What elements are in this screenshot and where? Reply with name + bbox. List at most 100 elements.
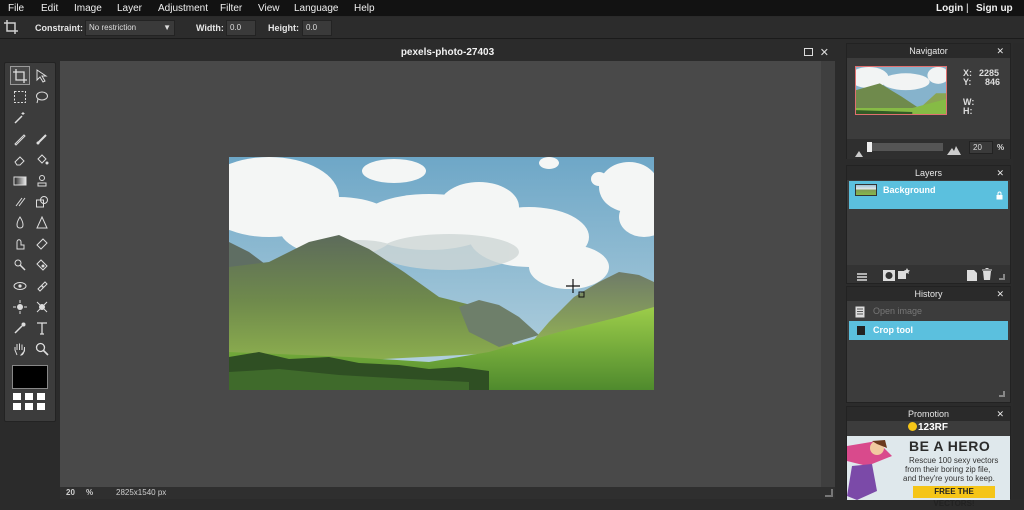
navigator-zoom-input[interactable]: 20 <box>969 141 993 154</box>
navigator-thumbnail[interactable] <box>855 66 947 115</box>
sponge-tool-icon[interactable] <box>32 234 52 253</box>
menu-edit[interactable]: Edit <box>41 3 58 14</box>
crop-tool-icon[interactable] <box>10 66 30 85</box>
promo-ad[interactable]: BE A HERO Rescue 100 sexy vectors from t… <box>847 436 1010 508</box>
history-item[interactable]: Open image <box>849 303 1008 320</box>
maximize-icon[interactable] <box>803 48 813 56</box>
resize-grip-icon[interactable] <box>999 274 1005 280</box>
constraint-label: Constraint: <box>35 23 83 33</box>
zoom-out-icon[interactable] <box>855 144 863 162</box>
menu-filter[interactable]: Filter <box>220 3 242 14</box>
resize-grip-icon[interactable] <box>999 391 1005 397</box>
stamp-tool-icon[interactable] <box>32 171 52 190</box>
document-image[interactable] <box>229 157 654 390</box>
shape-tool-icon[interactable] <box>32 192 52 211</box>
height-value: 0.0 <box>306 23 318 32</box>
history-item-active[interactable]: Crop tool <box>849 321 1008 340</box>
tool-options-bar: Constraint: No restriction ▼ Width: 0.0 … <box>0 17 1024 39</box>
promotion-panel: Promotion ✕ 123RF BE A HERO Rescue 100 s… <box>846 406 1011 508</box>
foreground-color-swatch[interactable] <box>12 365 48 389</box>
brush-tool-icon[interactable] <box>32 129 52 148</box>
login-link[interactable]: Login <box>936 3 963 14</box>
signup-link[interactable]: Sign up <box>976 3 1013 14</box>
menu-image[interactable]: Image <box>74 3 102 14</box>
close-icon[interactable]: ✕ <box>996 166 1004 180</box>
panels-scrollbar[interactable] <box>1013 43 1024 499</box>
hand-tool-icon[interactable] <box>10 339 30 358</box>
promo-headline: BE A HERO <box>909 438 991 454</box>
close-icon[interactable]: ✕ <box>996 407 1004 421</box>
document-controls: ✕ <box>803 46 829 59</box>
gradient-tool-icon[interactable] <box>10 171 30 190</box>
nav-y-label: Y: <box>963 77 972 87</box>
crop-cursor-icon <box>565 278 587 300</box>
pencil-tool-icon[interactable] <box>10 129 30 148</box>
blur-tool-icon[interactable] <box>10 213 30 232</box>
promotion-header: Promotion ✕ <box>847 407 1010 421</box>
promo-cta-label: FREE THE VECTORS! <box>933 487 975 508</box>
layer-style-icon[interactable] <box>898 267 910 285</box>
layer-row[interactable]: Background <box>849 181 1008 209</box>
promo-cta-button[interactable]: FREE THE VECTORS! <box>913 486 995 508</box>
close-icon[interactable]: ✕ <box>996 44 1004 58</box>
smudge-tool-icon[interactable] <box>10 234 30 253</box>
magic-wand-icon[interactable] <box>10 108 30 127</box>
constraint-select[interactable]: No restriction ▼ <box>85 20 175 36</box>
menu-file[interactable]: File <box>8 3 24 14</box>
width-label: Width: <box>196 23 224 33</box>
red-eye-icon[interactable] <box>10 276 30 295</box>
layer-settings-icon[interactable] <box>857 269 867 287</box>
auth-separator: | <box>966 3 969 14</box>
promo-line-3: and they're yours to keep. <box>903 474 995 483</box>
navigator-title: Navigator <box>909 46 948 56</box>
image-size: 2825x1540 px <box>116 488 167 497</box>
pinch-tool-icon[interactable] <box>32 297 52 316</box>
screen-mode-icon[interactable] <box>13 393 49 413</box>
zoom-slider-handle[interactable] <box>867 142 872 152</box>
bloat-tool-icon[interactable] <box>10 297 30 316</box>
menu-adjustment[interactable]: Adjustment <box>158 3 208 14</box>
close-icon[interactable]: ✕ <box>820 47 829 59</box>
menu-layer[interactable]: Layer <box>117 3 142 14</box>
navigator-zoom-value: 20 <box>973 143 982 152</box>
spot-heal-icon[interactable] <box>32 276 52 295</box>
new-layer-icon[interactable] <box>967 268 977 286</box>
zoom-slider[interactable] <box>867 142 943 152</box>
eraser-tool-icon[interactable] <box>10 150 30 169</box>
dodge-tool-icon[interactable] <box>10 255 30 274</box>
constraint-value: No restriction <box>89 23 137 32</box>
menu-language[interactable]: Language <box>294 3 339 14</box>
history-panel: History ✕ Open image Crop tool <box>846 286 1011 403</box>
burn-tool-icon[interactable] <box>32 255 52 274</box>
height-field[interactable]: 0.0 <box>302 20 332 36</box>
layer-thumbnail <box>855 184 877 196</box>
close-icon[interactable]: ✕ <box>996 287 1004 301</box>
move-tool-icon[interactable] <box>32 66 52 85</box>
menu-view[interactable]: View <box>258 3 280 14</box>
document-title-bar: pexels-photo-27403 ✕ <box>60 45 835 61</box>
zoom-level[interactable]: 20 <box>66 488 75 497</box>
history-title: History <box>914 289 943 299</box>
layer-mask-icon[interactable] <box>883 268 895 286</box>
color-replace-icon[interactable] <box>10 192 30 211</box>
color-picker-icon[interactable] <box>10 318 30 337</box>
resize-grip-icon[interactable] <box>825 489 833 497</box>
lasso-tool-icon[interactable] <box>32 87 52 106</box>
promo-line-1: Rescue 100 sexy vectors <box>909 456 999 465</box>
navigator-zoom-bar: 20 % <box>847 139 1010 159</box>
zoom-in-icon[interactable] <box>947 142 961 160</box>
promo-banner[interactable]: 123RF BE A HERO Rescue 100 sexy vectors … <box>847 421 1010 508</box>
trash-icon[interactable] <box>982 267 992 285</box>
fill-bucket-icon[interactable] <box>32 150 52 169</box>
text-tool-icon[interactable] <box>32 318 52 337</box>
layers-toolbar <box>847 265 1010 283</box>
menu-help[interactable]: Help <box>354 3 375 14</box>
zoom-unit: % <box>86 488 94 497</box>
width-field[interactable]: 0.0 <box>226 20 256 36</box>
zoom-tool-icon[interactable] <box>32 339 52 358</box>
navigator-zoom-unit: % <box>997 143 1005 152</box>
marquee-tool-icon[interactable] <box>10 87 30 106</box>
canvas-vertical-scrollbar[interactable] <box>821 61 835 487</box>
sharpen-tool-icon[interactable] <box>32 213 52 232</box>
document-window: pexels-photo-27403 ✕ 20 % 2825x1540 px <box>60 45 835 499</box>
